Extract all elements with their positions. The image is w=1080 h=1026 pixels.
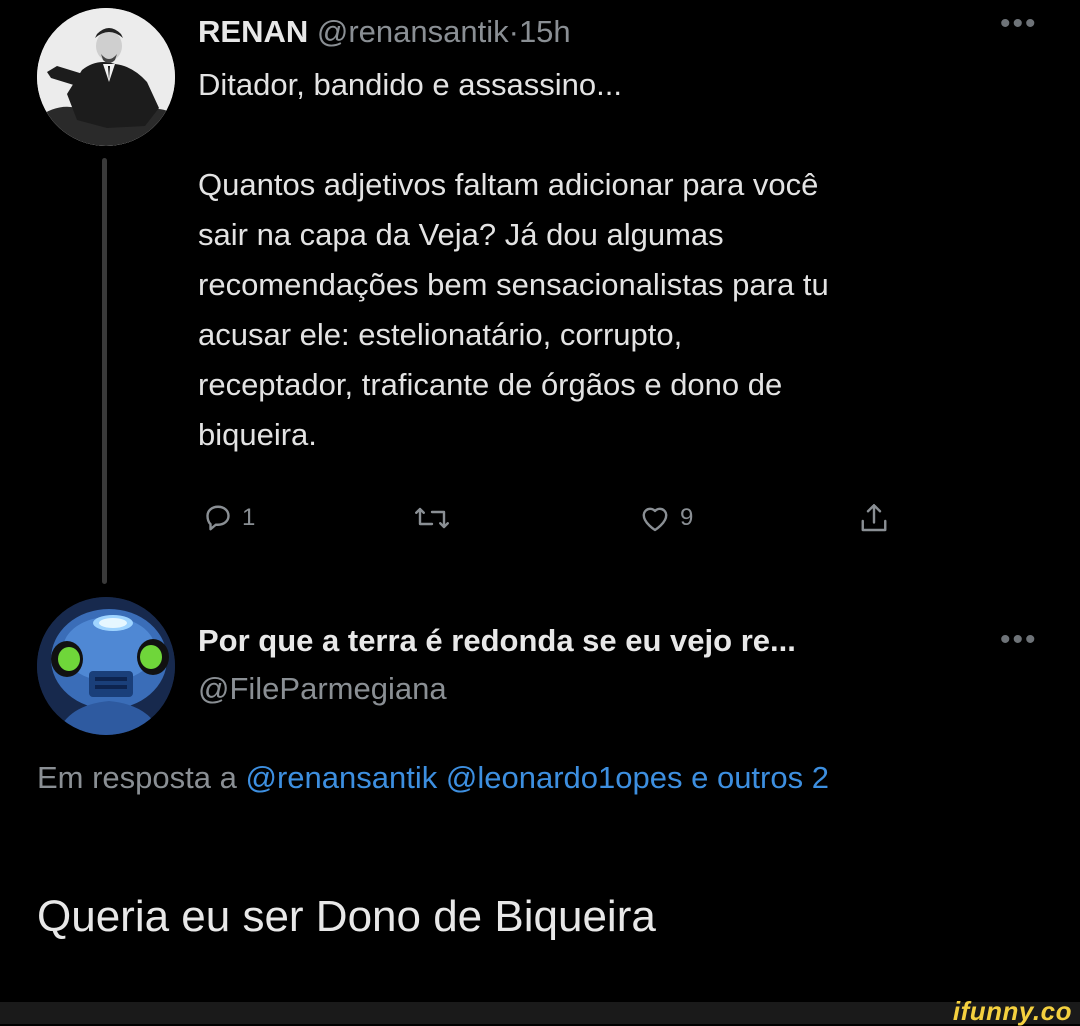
reply-count: 1: [242, 504, 256, 531]
thread-line: [102, 158, 107, 584]
author-handle[interactable]: @renansantik: [317, 14, 509, 49]
reply-context: Em resposta a @renansantik @leonardo1ope…: [37, 756, 1057, 800]
reply-author-avatar[interactable]: [37, 597, 175, 735]
reply-author-name[interactable]: Por que a terra é redonda se eu vejo re.…: [198, 622, 978, 660]
watermark-logo: ifunny.co: [952, 996, 1072, 1026]
more-dots-icon[interactable]: •••: [1000, 9, 1038, 39]
retweet-button[interactable]: [412, 498, 452, 538]
reply-icon: [206, 505, 230, 531]
tweet-header: RENAN @renansantik·15h: [198, 14, 571, 50]
header-separator: ·: [508, 14, 519, 49]
reply-more-dots-icon[interactable]: •••: [1000, 625, 1038, 655]
author-name[interactable]: RENAN: [198, 14, 308, 49]
author-avatar[interactable]: [37, 8, 175, 146]
watermark-bar: [0, 1002, 1080, 1024]
mention-link[interactable]: @renansantik: [246, 760, 438, 795]
reply-author-handle[interactable]: @FileParmegiana: [198, 670, 447, 708]
heart-icon: [642, 507, 668, 532]
robot-avatar-image: [37, 597, 175, 735]
tweet-time[interactable]: 15h: [519, 14, 571, 49]
retweet-icon: [415, 507, 449, 529]
reply-context-prefix: Em resposta a: [37, 760, 237, 795]
avatar-image: [37, 8, 175, 146]
others-link[interactable]: e outros 2: [691, 760, 829, 795]
tweet-text: Ditador, bandido e assassino... Quantos …: [198, 67, 829, 452]
like-button[interactable]: 9: [636, 498, 693, 538]
share-icon: [861, 504, 887, 532]
mention-link[interactable]: @leonardo1opes: [446, 760, 683, 795]
reply-button[interactable]: 1: [200, 498, 255, 538]
reply-text: Queria eu ser Dono de Biqueira: [37, 892, 656, 941]
like-count: 9: [680, 504, 694, 531]
share-button[interactable]: [856, 498, 892, 538]
